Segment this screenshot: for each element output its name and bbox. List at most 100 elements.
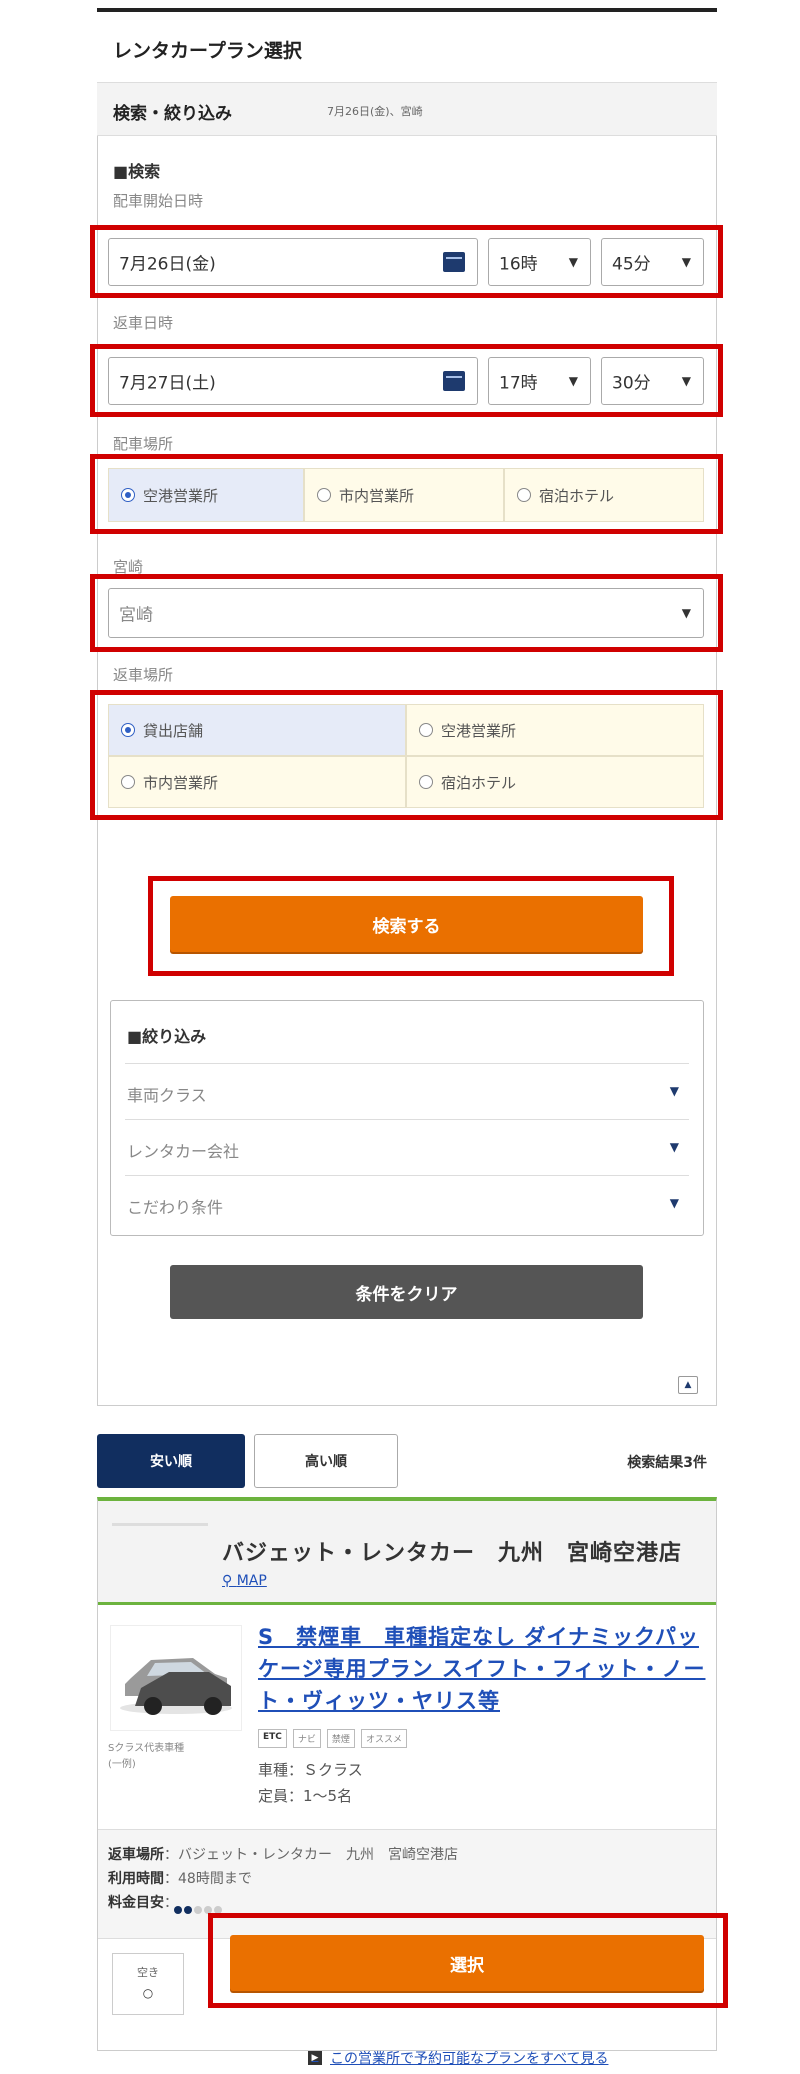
map-pin-icon: ⚲ xyxy=(222,1573,237,1589)
return-datetime-label: 返車日時 xyxy=(113,314,174,332)
radio-icon xyxy=(419,775,433,789)
radio-label: 市内営業所 xyxy=(143,773,219,792)
car-caption-line: (一例) xyxy=(108,1759,136,1770)
radio-icon xyxy=(419,723,433,737)
arrow-right-icon: ▶ xyxy=(308,2051,322,2065)
tag-navi: ナビ xyxy=(292,1729,321,1748)
return-place-label: 返車場所 xyxy=(113,666,174,684)
area-value: 宮崎 xyxy=(119,605,153,626)
filter-row-label: 車両クラス xyxy=(127,1086,207,1105)
search-button[interactable]: 検索する xyxy=(170,896,643,952)
chevron-down-icon: ▼ xyxy=(568,374,578,388)
return-hour-value: 17時 xyxy=(499,373,538,394)
filter-row-label: こだわり条件 xyxy=(127,1198,224,1217)
radio-label: 空港営業所 xyxy=(143,486,219,505)
availability-box: 空き ○ xyxy=(112,1953,184,2015)
area-select[interactable]: 宮崎 ▼ xyxy=(108,588,704,638)
page-title: レンタカープラン選択 xyxy=(113,40,302,62)
calendar-icon[interactable] xyxy=(443,371,465,391)
radio-label: 貸出店舗 xyxy=(143,721,204,740)
return-date-field[interactable]: 7月27日(土) xyxy=(108,357,478,405)
filter-row-label: レンタカー会社 xyxy=(127,1142,240,1161)
filter-row-company[interactable]: レンタカー会社 ▼ xyxy=(125,1119,689,1175)
radio-label: 宿泊ホテル xyxy=(441,773,517,792)
fee-dot xyxy=(194,1906,202,1914)
radio-icon xyxy=(517,488,531,502)
radio-icon xyxy=(121,775,135,789)
clear-conditions-button[interactable]: 条件をクリア xyxy=(170,1265,643,1319)
car-image xyxy=(110,1625,242,1731)
radio-label: 宿泊ホテル xyxy=(539,486,615,505)
tab-sort-expensive[interactable]: 高い順 xyxy=(254,1434,398,1488)
radio-return-hotel[interactable]: 宿泊ホテル xyxy=(406,756,704,808)
availability-label: 空き xyxy=(137,1966,159,1979)
search-header: 検索・絞り込み 7月26日(金)、宮崎 xyxy=(97,82,717,136)
plan-title-link[interactable]: S 禁煙車 車種指定なし ダイナミックパッケージ専用プラン スイフト・フィット・… xyxy=(258,1621,708,1717)
search-header-title: 検索・絞り込み xyxy=(113,104,232,124)
chevron-down-icon: ▼ xyxy=(681,374,691,388)
see-all-plans-link[interactable]: ▶ この営業所で予約可能なプランをすべて見る xyxy=(308,2048,608,2068)
shop-header: バジェット・レンタカー 九州 宮崎空港店 ⚲ MAP xyxy=(98,1501,716,1605)
divider xyxy=(112,1523,208,1526)
tag-recommend: オススメ xyxy=(360,1729,407,1748)
filter-row-conditions[interactable]: こだわり条件 ▼ xyxy=(125,1175,689,1231)
hours-key: 利用時間 xyxy=(108,1871,164,1887)
pickup-place-radio-group: 空港営業所 市内営業所 宿泊ホテル xyxy=(108,468,704,522)
fee-dot xyxy=(184,1906,192,1914)
pickup-hour-select[interactable]: 16時 ▼ xyxy=(488,238,591,286)
pickup-hour-value: 16時 xyxy=(499,254,538,275)
shop-name: バジェット・レンタカー 九州 宮崎空港店 xyxy=(222,1541,683,1566)
see-all-plans-label: この営業所で予約可能なプランをすべて見る xyxy=(330,2051,609,2067)
map-link[interactable]: ⚲ MAP xyxy=(222,1573,267,1589)
fee-key: 料金目安 xyxy=(108,1895,164,1911)
chevron-down-icon: ▼ xyxy=(568,255,578,269)
calendar-icon[interactable] xyxy=(443,252,465,272)
pickup-place-label: 配車場所 xyxy=(113,435,174,453)
tab-sort-cheapest[interactable]: 安い順 xyxy=(97,1434,245,1488)
top-divider xyxy=(97,8,717,12)
return-minute-select[interactable]: 30分 ▼ xyxy=(601,357,704,405)
radio-label: 空港営業所 xyxy=(441,721,517,740)
pickup-datetime-label: 配車開始日時 xyxy=(113,192,204,210)
return-place-radio-row: 市内営業所 宿泊ホテル xyxy=(108,756,704,808)
car-capacity: 定員：1～5名 xyxy=(258,1787,353,1805)
chevron-down-icon: ▼ xyxy=(669,1084,679,1098)
page-top-icon[interactable]: ▲ xyxy=(678,1376,698,1394)
return-hour-select[interactable]: 17時 ▼ xyxy=(488,357,591,405)
radio-pickup-city[interactable]: 市内営業所 xyxy=(304,468,504,522)
fee-dot xyxy=(174,1906,182,1914)
availability-mark: ○ xyxy=(142,1986,154,2000)
radio-selected-icon xyxy=(121,723,135,737)
chevron-down-icon: ▼ xyxy=(681,255,691,269)
pickup-date-value: 7月26日(金) xyxy=(119,254,216,275)
radio-pickup-airport[interactable]: 空港営業所 xyxy=(108,468,304,522)
result-count: 検索結果3件 xyxy=(627,1455,707,1471)
car-caption-line: Sクラス代表車種 xyxy=(108,1743,185,1754)
radio-return-shop[interactable]: 貸出店舗 xyxy=(108,704,406,756)
chevron-down-icon: ▼ xyxy=(669,1140,679,1154)
filter-row-car-class[interactable]: 車両クラス ▼ xyxy=(125,1063,689,1119)
search-header-summary: 7月26日(金)、宮崎 xyxy=(327,105,423,118)
car-caption: Sクラス代表車種 (一例) xyxy=(108,1741,184,1773)
feature-tags: ETC ナビ 禁煙 オススメ xyxy=(258,1729,407,1748)
tag-nonsmoking: 禁煙 xyxy=(326,1729,355,1748)
radio-return-airport[interactable]: 空港営業所 xyxy=(406,704,704,756)
chevron-down-icon: ▼ xyxy=(681,606,691,620)
filter-title: ■絞り込み xyxy=(127,1027,207,1046)
return-place-radio-row: 貸出店舗 空港営業所 xyxy=(108,704,704,756)
radio-label: 市内営業所 xyxy=(339,486,415,505)
radio-return-city[interactable]: 市内営業所 xyxy=(108,756,406,808)
tag-etc: ETC xyxy=(258,1729,287,1748)
return-minute-value: 30分 xyxy=(612,373,651,394)
pickup-date-field[interactable]: 7月26日(金) xyxy=(108,238,478,286)
filter-panel: ■絞り込み 車両クラス ▼ レンタカー会社 ▼ こだわり条件 ▼ xyxy=(110,1000,704,1236)
radio-pickup-hotel[interactable]: 宿泊ホテル xyxy=(504,468,704,522)
return-date-value: 7月27日(土) xyxy=(119,373,216,394)
car-class: 車種：Ｓクラス xyxy=(258,1761,363,1779)
return-place-key: 返車場所 xyxy=(108,1847,164,1863)
map-link-label: MAP xyxy=(236,1573,267,1589)
select-plan-button[interactable]: 選択 xyxy=(230,1935,704,1991)
search-section-title: ■検索 xyxy=(113,162,161,181)
pickup-minute-select[interactable]: 45分 ▼ xyxy=(601,238,704,286)
hours-value: ：48時間まで xyxy=(164,1871,252,1887)
